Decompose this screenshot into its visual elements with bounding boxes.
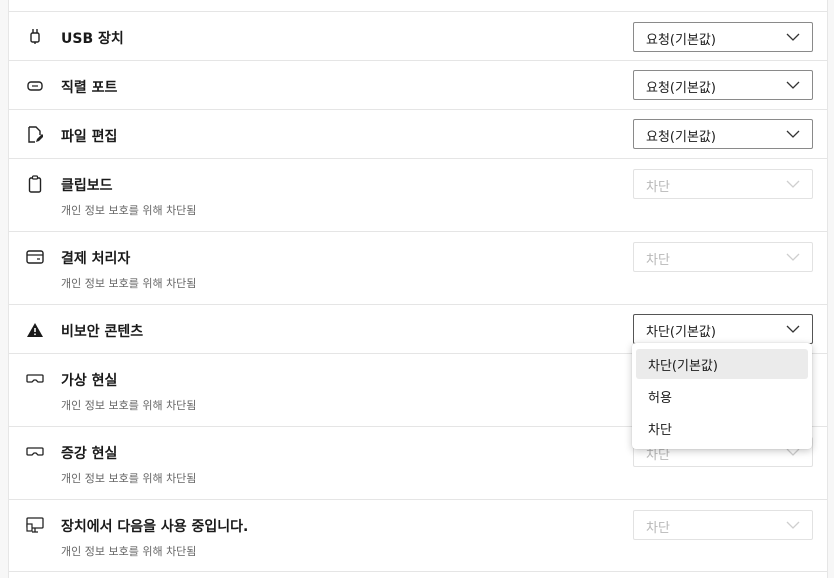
permission-row-usb: USB 장치 요청(기본값) (9, 11, 827, 60)
dropdown-option-block[interactable]: 차단 (636, 413, 808, 443)
permission-sublabel: 개인 정보 보호를 위해 차단됨 (61, 277, 197, 290)
chevron-down-icon (786, 81, 800, 89)
payment-permission-select[interactable]: 차단 (633, 242, 813, 272)
clipboard-icon (25, 174, 45, 194)
credit-card-icon (25, 247, 45, 267)
option-label: 허용 (648, 391, 672, 406)
chevron-down-icon (786, 325, 800, 333)
select-value: 차단 (646, 521, 670, 536)
select-value: 차단 (646, 253, 670, 268)
permission-sublabel: 개인 정보 보호를 위해 차단됨 (61, 204, 197, 217)
usb-icon (25, 26, 45, 46)
select-value: 요청(기본값) (646, 130, 716, 145)
usb-permission-select[interactable]: 요청(기본값) (633, 22, 813, 52)
permission-label: 장치에서 다음을 사용 중입니다. (61, 519, 249, 535)
permission-row-payment: 결제 처리자 개인 정보 보호를 위해 차단됨 차단 (9, 231, 827, 304)
permission-label: 직렬 포트 (61, 80, 118, 96)
clipboard-permission-select[interactable]: 차단 (633, 169, 813, 199)
device-use-permission-select[interactable]: 차단 (633, 510, 813, 540)
dropdown-option-block-default[interactable]: 차단(기본값) (636, 349, 808, 379)
select-value: 요청(기본값) (646, 81, 716, 96)
permission-row-clipboard: 클립보드 개인 정보 보호를 위해 차단됨 차단 (9, 158, 827, 231)
chevron-down-icon (786, 33, 800, 41)
warning-icon (25, 320, 45, 340)
option-label: 차단 (648, 423, 672, 438)
select-value: 차단(기본값) (646, 325, 716, 340)
permission-label: 클립보드 (61, 178, 113, 194)
permission-label: 증강 현실 (61, 446, 118, 462)
file-edit-permission-select[interactable]: 요청(기본값) (633, 119, 813, 149)
permission-sublabel: 개인 정보 보호를 위해 차단됨 (61, 472, 197, 485)
insecure-content-permission-select[interactable]: 차단(기본값) (633, 314, 813, 344)
permission-label: 가상 현실 (61, 373, 118, 389)
select-value: 요청(기본값) (646, 33, 716, 48)
chevron-down-icon (786, 521, 800, 529)
chevron-down-icon (786, 253, 800, 261)
permission-row-file-edit: 파일 편집 요청(기본값) (9, 109, 827, 158)
permission-row-serial: 직렬 포트 요청(기본값) (9, 60, 827, 109)
insecure-content-dropdown-menu: 차단(기본값) 허용 차단 (632, 343, 812, 449)
chevron-down-icon (786, 130, 800, 138)
site-permissions-panel: USB 장치 요청(기본값) 직렬 포트 요청(기본값) 파일 편집 요청(기본… (8, 0, 828, 578)
file-edit-icon (25, 125, 45, 145)
serial-port-icon (25, 76, 45, 96)
ar-headset-icon (25, 442, 45, 462)
device-monitor-icon (25, 515, 45, 535)
serial-permission-select[interactable]: 요청(기본값) (633, 70, 813, 100)
permission-sublabel: 개인 정보 보호를 위해 차단됨 (61, 545, 197, 558)
select-value: 차단 (646, 180, 670, 195)
permission-label: 결제 처리자 (61, 251, 131, 267)
permission-label: 파일 편집 (61, 129, 118, 145)
vr-headset-icon (25, 369, 45, 389)
permission-label: USB 장치 (61, 31, 124, 47)
option-label: 차단(기본값) (648, 359, 718, 374)
permission-label: 비보안 콘텐츠 (61, 324, 144, 340)
chevron-down-icon (786, 180, 800, 188)
permission-row-device-use: 장치에서 다음을 사용 중입니다. 개인 정보 보호를 위해 차단됨 차단 (9, 499, 827, 572)
dropdown-option-allow[interactable]: 허용 (636, 381, 808, 411)
permission-sublabel: 개인 정보 보호를 위해 차단됨 (61, 399, 197, 412)
